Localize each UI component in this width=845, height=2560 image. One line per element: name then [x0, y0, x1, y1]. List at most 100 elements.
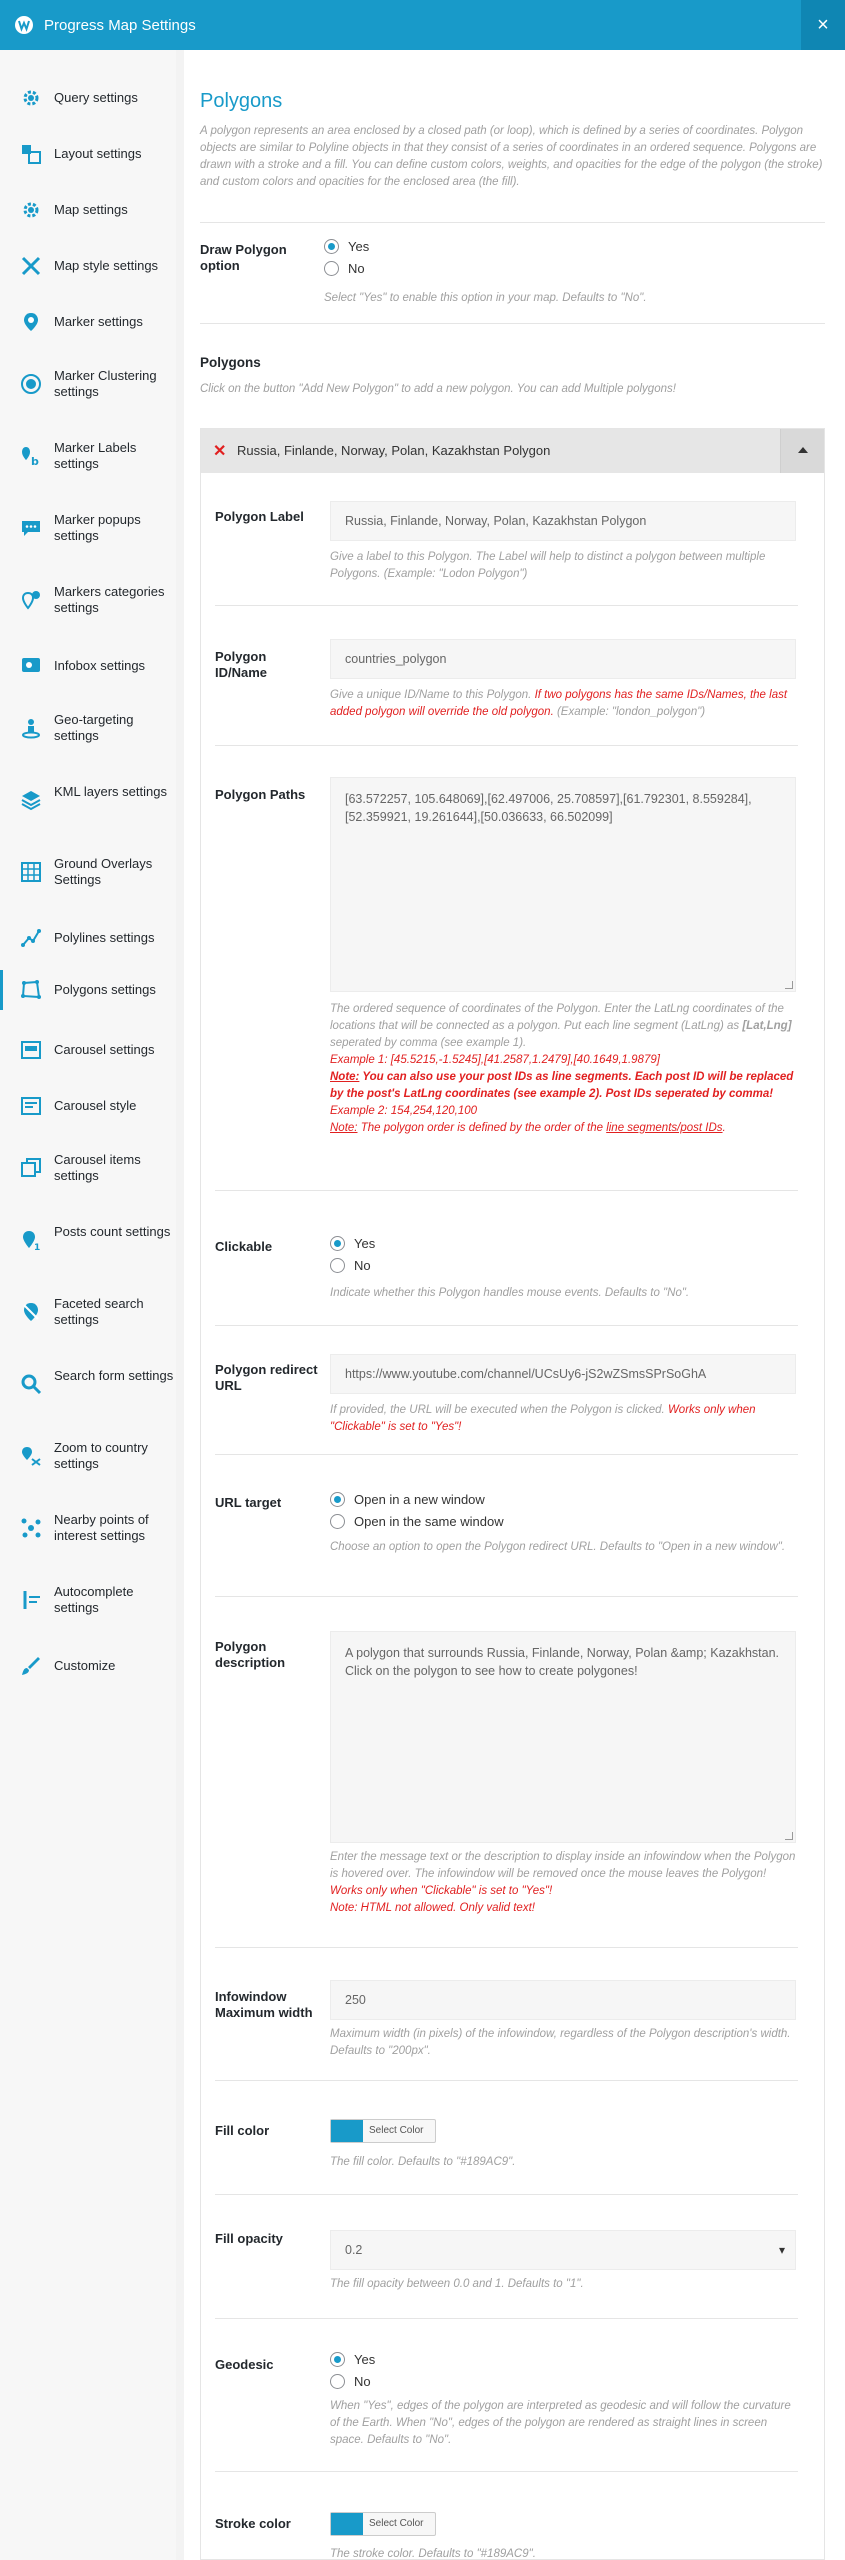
- sidebar-item-label: Posts count settings: [54, 1224, 171, 1239]
- sidebar-item-autocomplete-settings[interactable]: Autocomplete settings: [0, 1582, 176, 1618]
- svg-text:b: b: [31, 455, 39, 467]
- sidebar-item-infobox-settings[interactable]: Infobox settings: [0, 654, 176, 678]
- fill-opacity-select[interactable]: 0.2: [330, 2230, 796, 2270]
- sidebar-item-carousel-settings[interactable]: Carousel settings: [0, 1038, 176, 1062]
- redirect-url-input[interactable]: https://www.youtube.com/channel/UCsUy6-j…: [330, 1354, 796, 1394]
- sidebar-item-label: Carousel style: [54, 1098, 137, 1113]
- sidebar-item-marker-popups-settings[interactable]: Marker popups settings: [0, 510, 176, 546]
- polygon-id-input[interactable]: countries_polygon: [330, 639, 796, 679]
- sidebar-item-search-form-settings[interactable]: Search form settings: [0, 1366, 176, 1402]
- polygon-description-textarea[interactable]: A polygon that surrounds Russia, Finland…: [330, 1631, 796, 1843]
- sidebar-item-polylines-settings[interactable]: Polylines settings: [0, 926, 176, 950]
- sidebar-item-marker-clustering-settings[interactable]: Marker Clustering settings: [0, 366, 176, 402]
- sidebar-item-label: Polylines settings: [54, 930, 155, 945]
- collapse-toggle-icon[interactable]: [780, 429, 824, 473]
- sidebar-item-geo-targeting-settings[interactable]: Geo-targeting settings: [0, 710, 176, 746]
- radio-dot: [324, 261, 339, 276]
- sidebar-item-map-settings[interactable]: Map settings: [0, 198, 176, 222]
- sidebar-item-label: Map settings: [54, 202, 128, 217]
- infowindow-width-input[interactable]: 250: [330, 1980, 796, 2020]
- sidebar-item-nearby-poi-settings[interactable]: Nearby points of interest settings: [0, 1510, 176, 1546]
- sidebar-item-label: Polygons settings: [54, 982, 156, 997]
- stroke-color-picker-button[interactable]: Select Color: [330, 2512, 436, 2536]
- color-swatch: [331, 2120, 363, 2142]
- polygon-icon: [21, 980, 41, 999]
- radio-label: No: [348, 261, 365, 276]
- resize-handle-icon[interactable]: [785, 981, 793, 989]
- polygon-label-input[interactable]: Russia, Finlande, Norway, Polan, Kazakhs…: [330, 501, 796, 541]
- sidebar-item-label: Query settings: [54, 90, 138, 105]
- divider: [215, 1190, 798, 1191]
- polygon-group-title: Russia, Finlande, Norway, Polan, Kazakhs…: [237, 443, 551, 458]
- sidebar-item-query-settings[interactable]: Query settings: [0, 86, 176, 110]
- draw-polygon-option-label: Draw Polygon option: [200, 242, 287, 273]
- polygons-section-title: Polygons: [200, 355, 261, 370]
- geodesic-help: When "Yes", edges of the polygon are int…: [330, 2400, 791, 2446]
- sidebar-item-map-style-settings[interactable]: Map style settings: [0, 254, 176, 278]
- redirect-url-label: Polygon redirect URL: [215, 1362, 318, 1393]
- sidebar-item-posts-count-settings[interactable]: 1 Posts count settings: [0, 1222, 176, 1258]
- markers-categories-icon: [21, 591, 40, 610]
- remove-polygon-icon[interactable]: ✕: [213, 441, 226, 461]
- polygon-group-header[interactable]: ✕ Russia, Finlande, Norway, Polan, Kazak…: [201, 429, 824, 473]
- radio-dot: [330, 2374, 345, 2389]
- carousel-icon: [21, 1041, 41, 1059]
- sidebar-item-markers-categories-settings[interactable]: Markers categories settings: [0, 582, 176, 618]
- geodesic-label: Geodesic: [215, 2357, 274, 2372]
- cluster-icon: [21, 374, 41, 394]
- url-target-help: Choose an option to open the Polygon red…: [330, 1541, 786, 1553]
- divider: [215, 2080, 798, 2081]
- polygon-label-help: Give a label to this Polygon. The Label …: [330, 551, 766, 580]
- divider: [215, 1325, 798, 1326]
- textarea-value: [63.572257, 105.648069],[62.497006, 25.7…: [345, 792, 752, 824]
- layers-icon: [21, 791, 41, 811]
- divider: [215, 2194, 798, 2195]
- gear-icon: [23, 90, 39, 106]
- brush-icon: [22, 1657, 40, 1675]
- sidebar-item-kml-layers-settings[interactable]: KML layers settings: [0, 782, 176, 818]
- infowindow-width-label: Infowindow Maximum width: [215, 1989, 313, 2020]
- resize-handle-icon[interactable]: [785, 1832, 793, 1840]
- map-marker-icon: [24, 313, 38, 331]
- sidebar-item-ground-overlays-settings[interactable]: Ground Overlays Settings: [0, 854, 176, 890]
- sidebar-item-faceted-search-settings[interactable]: Faceted search settings: [0, 1294, 176, 1330]
- radio-label: No: [354, 1258, 371, 1273]
- sidebar-item-carousel-items-settings[interactable]: Carousel items settings: [0, 1150, 176, 1186]
- label-marker-icon: b: [22, 447, 39, 467]
- sidebar-item-marker-labels-settings[interactable]: b Marker Labels settings: [0, 438, 176, 474]
- sidebar-item-label: Carousel settings: [54, 1042, 155, 1057]
- sidebar-item-marker-settings[interactable]: Marker settings: [0, 310, 176, 334]
- sidebar-item-polygons-settings[interactable]: Polygons settings: [0, 970, 176, 1010]
- draw-polygon-help: Select "Yes" to enable this option in yo…: [324, 292, 647, 304]
- polygon-paths-textarea[interactable]: [63.572257, 105.648069],[62.497006, 25.7…: [330, 777, 796, 992]
- polyline-icon: [21, 929, 41, 947]
- sidebar-item-layout-settings[interactable]: Layout settings: [0, 142, 176, 166]
- close-button[interactable]: ×: [801, 0, 845, 50]
- divider: [215, 745, 798, 746]
- sidebar-item-label: Faceted search settings: [54, 1296, 144, 1327]
- sidebar-item-label: Search form settings: [54, 1368, 174, 1383]
- carousel-items-icon: [21, 1158, 41, 1177]
- polygon-paths-help: The ordered sequence of coordinates of t…: [330, 1003, 794, 1134]
- radio-label: Yes: [354, 2352, 376, 2367]
- sidebar-item-label: Autocomplete settings: [54, 1584, 134, 1615]
- sidebar-item-customize[interactable]: Customize: [0, 1654, 176, 1678]
- sidebar-item-carousel-style[interactable]: Carousel style: [0, 1094, 176, 1118]
- divider: [200, 323, 825, 324]
- fill-color-picker-button[interactable]: Select Color: [330, 2119, 436, 2143]
- polygon-id-help: Give a unique ID/Name to this Polygon. I…: [330, 689, 788, 718]
- search-icon: [21, 1374, 42, 1395]
- section-intro: A polygon represents an area enclosed by…: [200, 125, 823, 188]
- divider: [200, 222, 825, 223]
- radio-dot: [324, 239, 339, 254]
- divider: [215, 1454, 798, 1455]
- polygons-section-help: Click on the button "Add New Polygon" to…: [200, 383, 676, 395]
- svg-text:1: 1: [34, 1243, 40, 1251]
- select-color-label: Select Color: [369, 2125, 424, 2136]
- app-title: Progress Map Settings: [44, 17, 196, 34]
- sidebar-item-zoom-to-country-settings[interactable]: Zoom to country settings: [0, 1438, 176, 1474]
- sidebar-item-label: Map style settings: [54, 258, 159, 273]
- divider: [215, 1596, 798, 1597]
- polygon-paths-label: Polygon Paths: [215, 787, 306, 802]
- top-bar: Progress Map Settings ×: [0, 0, 845, 50]
